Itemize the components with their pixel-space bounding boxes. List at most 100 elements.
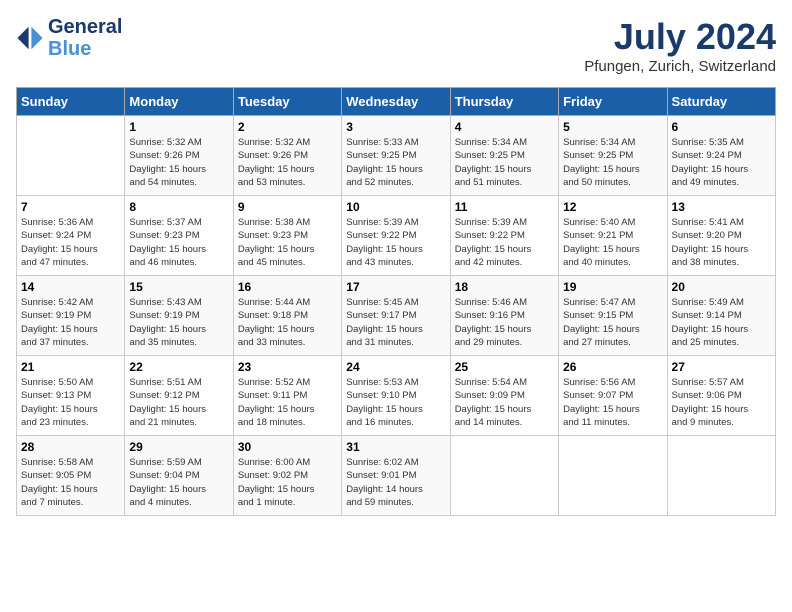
day-number: 13 bbox=[672, 200, 771, 214]
column-header-friday: Friday bbox=[559, 88, 667, 116]
day-info: Sunrise: 6:02 AM Sunset: 9:01 PM Dayligh… bbox=[346, 456, 445, 509]
day-cell: 14Sunrise: 5:42 AM Sunset: 9:19 PM Dayli… bbox=[17, 276, 125, 356]
day-info: Sunrise: 5:33 AM Sunset: 9:25 PM Dayligh… bbox=[346, 136, 445, 189]
day-info: Sunrise: 5:46 AM Sunset: 9:16 PM Dayligh… bbox=[455, 296, 554, 349]
day-info: Sunrise: 5:40 AM Sunset: 9:21 PM Dayligh… bbox=[563, 216, 662, 269]
day-number: 22 bbox=[129, 360, 228, 374]
day-info: Sunrise: 5:43 AM Sunset: 9:19 PM Dayligh… bbox=[129, 296, 228, 349]
day-cell bbox=[667, 436, 775, 516]
day-cell: 11 Sunrise: 5:39 AM Sunset: 9:22 PM Dayli… bbox=[450, 196, 558, 276]
day-info: Sunrise: 5:51 AM Sunset: 9:12 PM Dayligh… bbox=[129, 376, 228, 429]
day-cell: 1Sunrise: 5:32 AM Sunset: 9:26 PM Daylig… bbox=[125, 116, 233, 196]
day-number: 26 bbox=[563, 360, 662, 374]
column-header-sunday: Sunday bbox=[17, 88, 125, 116]
day-number: 7 bbox=[21, 200, 120, 214]
day-info: Sunrise: 5:49 AM Sunset: 9:14 PM Dayligh… bbox=[672, 296, 771, 349]
week-row-3: 14Sunrise: 5:42 AM Sunset: 9:19 PM Dayli… bbox=[17, 276, 776, 356]
day-number: 29 bbox=[129, 440, 228, 454]
day-number: 6 bbox=[672, 120, 771, 134]
day-number: 11 bbox=[455, 200, 554, 214]
day-cell: 15 Sunrise: 5:43 AM Sunset: 9:19 PM Dayli… bbox=[125, 276, 233, 356]
column-header-monday: Monday bbox=[125, 88, 233, 116]
day-cell: 5 Sunrise: 5:34 AM Sunset: 9:25 PM Daylig… bbox=[559, 116, 667, 196]
day-cell: 17 Sunrise: 5:45 AM Sunset: 9:17 PM Dayli… bbox=[342, 276, 450, 356]
day-info: Sunrise: 5:38 AM Sunset: 9:23 PM Dayligh… bbox=[238, 216, 337, 269]
day-number: 8 bbox=[129, 200, 228, 214]
page-header: GeneralBlue July 2024 Pfungen, Zurich, S… bbox=[16, 16, 776, 75]
day-info: Sunrise: 5:39 AM Sunset: 9:22 PM Dayligh… bbox=[346, 216, 445, 269]
day-cell: 28Sunrise: 5:58 AM Sunset: 9:05 PM Dayli… bbox=[17, 436, 125, 516]
day-cell: 29Sunrise: 5:59 AM Sunset: 9:04 PM Dayli… bbox=[125, 436, 233, 516]
day-number: 3 bbox=[346, 120, 445, 134]
day-info: Sunrise: 5:54 AM Sunset: 9:09 PM Dayligh… bbox=[455, 376, 554, 429]
day-info: Sunrise: 5:57 AM Sunset: 9:06 PM Dayligh… bbox=[672, 376, 771, 429]
location: Pfungen, Zurich, Switzerland bbox=[584, 58, 776, 75]
title-block: July 2024 Pfungen, Zurich, Switzerland bbox=[584, 16, 776, 75]
day-info: Sunrise: 5:34 AM Sunset: 9:25 PM Dayligh… bbox=[563, 136, 662, 189]
day-cell bbox=[17, 116, 125, 196]
day-cell: 23 Sunrise: 5:52 AM Sunset: 9:11 PM Dayli… bbox=[233, 356, 341, 436]
logo-icon bbox=[16, 24, 44, 52]
day-cell: 16 Sunrise: 5:44 AM Sunset: 9:18 PM Dayli… bbox=[233, 276, 341, 356]
day-number: 18 bbox=[455, 280, 554, 294]
day-cell: 6 Sunrise: 5:35 AM Sunset: 9:24 PM Daylig… bbox=[667, 116, 775, 196]
week-row-2: 7 Sunrise: 5:36 AM Sunset: 9:24 PM Daylig… bbox=[17, 196, 776, 276]
day-number: 25 bbox=[455, 360, 554, 374]
day-cell: 3 Sunrise: 5:33 AM Sunset: 9:25 PM Daylig… bbox=[342, 116, 450, 196]
day-cell: 25 Sunrise: 5:54 AM Sunset: 9:09 PM Dayli… bbox=[450, 356, 558, 436]
day-number: 16 bbox=[238, 280, 337, 294]
day-number: 31 bbox=[346, 440, 445, 454]
day-cell: 4 Sunrise: 5:34 AM Sunset: 9:25 PM Daylig… bbox=[450, 116, 558, 196]
day-number: 30 bbox=[238, 440, 337, 454]
day-info: Sunrise: 5:56 AM Sunset: 9:07 PM Dayligh… bbox=[563, 376, 662, 429]
day-info: Sunrise: 5:52 AM Sunset: 9:11 PM Dayligh… bbox=[238, 376, 337, 429]
calendar-header-row: SundayMondayTuesdayWednesdayThursdayFrid… bbox=[17, 88, 776, 116]
day-number: 12 bbox=[563, 200, 662, 214]
day-cell: 22 Sunrise: 5:51 AM Sunset: 9:12 PM Dayli… bbox=[125, 356, 233, 436]
week-row-4: 21 Sunrise: 5:50 AM Sunset: 9:13 PM Dayli… bbox=[17, 356, 776, 436]
day-info: Sunrise: 5:34 AM Sunset: 9:25 PM Dayligh… bbox=[455, 136, 554, 189]
day-cell: 19Sunrise: 5:47 AM Sunset: 9:15 PM Dayli… bbox=[559, 276, 667, 356]
column-header-wednesday: Wednesday bbox=[342, 88, 450, 116]
day-cell: 26 Sunrise: 5:56 AM Sunset: 9:07 PM Dayli… bbox=[559, 356, 667, 436]
column-header-saturday: Saturday bbox=[667, 88, 775, 116]
day-number: 27 bbox=[672, 360, 771, 374]
logo-text: GeneralBlue bbox=[48, 16, 122, 60]
day-cell: 13Sunrise: 5:41 AM Sunset: 9:20 PM Dayli… bbox=[667, 196, 775, 276]
month-title: July 2024 bbox=[584, 16, 776, 58]
day-cell bbox=[450, 436, 558, 516]
day-cell: 2Sunrise: 5:32 AM Sunset: 9:26 PM Daylig… bbox=[233, 116, 341, 196]
day-cell: 24Sunrise: 5:53 AM Sunset: 9:10 PM Dayli… bbox=[342, 356, 450, 436]
day-cell: 27 Sunrise: 5:57 AM Sunset: 9:06 PM Dayli… bbox=[667, 356, 775, 436]
day-cell: 10Sunrise: 5:39 AM Sunset: 9:22 PM Dayli… bbox=[342, 196, 450, 276]
day-info: Sunrise: 5:35 AM Sunset: 9:24 PM Dayligh… bbox=[672, 136, 771, 189]
day-number: 19 bbox=[563, 280, 662, 294]
day-number: 23 bbox=[238, 360, 337, 374]
day-number: 15 bbox=[129, 280, 228, 294]
week-row-1: 1Sunrise: 5:32 AM Sunset: 9:26 PM Daylig… bbox=[17, 116, 776, 196]
day-info: Sunrise: 5:50 AM Sunset: 9:13 PM Dayligh… bbox=[21, 376, 120, 429]
logo: GeneralBlue bbox=[16, 16, 122, 60]
day-cell: 18 Sunrise: 5:46 AM Sunset: 9:16 PM Dayli… bbox=[450, 276, 558, 356]
day-number: 17 bbox=[346, 280, 445, 294]
column-header-thursday: Thursday bbox=[450, 88, 558, 116]
day-number: 5 bbox=[563, 120, 662, 134]
day-info: Sunrise: 5:36 AM Sunset: 9:24 PM Dayligh… bbox=[21, 216, 120, 269]
calendar-table: SundayMondayTuesdayWednesdayThursdayFrid… bbox=[16, 87, 776, 516]
day-cell: 21 Sunrise: 5:50 AM Sunset: 9:13 PM Dayli… bbox=[17, 356, 125, 436]
day-number: 21 bbox=[21, 360, 120, 374]
day-number: 20 bbox=[672, 280, 771, 294]
day-info: Sunrise: 5:44 AM Sunset: 9:18 PM Dayligh… bbox=[238, 296, 337, 349]
day-info: Sunrise: 5:58 AM Sunset: 9:05 PM Dayligh… bbox=[21, 456, 120, 509]
day-cell bbox=[559, 436, 667, 516]
day-info: Sunrise: 6:00 AM Sunset: 9:02 PM Dayligh… bbox=[238, 456, 337, 509]
day-number: 4 bbox=[455, 120, 554, 134]
day-number: 2 bbox=[238, 120, 337, 134]
day-cell: 30 Sunrise: 6:00 AM Sunset: 9:02 PM Dayli… bbox=[233, 436, 341, 516]
day-cell: 12 Sunrise: 5:40 AM Sunset: 9:21 PM Dayli… bbox=[559, 196, 667, 276]
day-number: 9 bbox=[238, 200, 337, 214]
column-header-tuesday: Tuesday bbox=[233, 88, 341, 116]
day-cell: 31 Sunrise: 6:02 AM Sunset: 9:01 PM Dayli… bbox=[342, 436, 450, 516]
day-info: Sunrise: 5:39 AM Sunset: 9:22 PM Dayligh… bbox=[455, 216, 554, 269]
day-info: Sunrise: 5:45 AM Sunset: 9:17 PM Dayligh… bbox=[346, 296, 445, 349]
